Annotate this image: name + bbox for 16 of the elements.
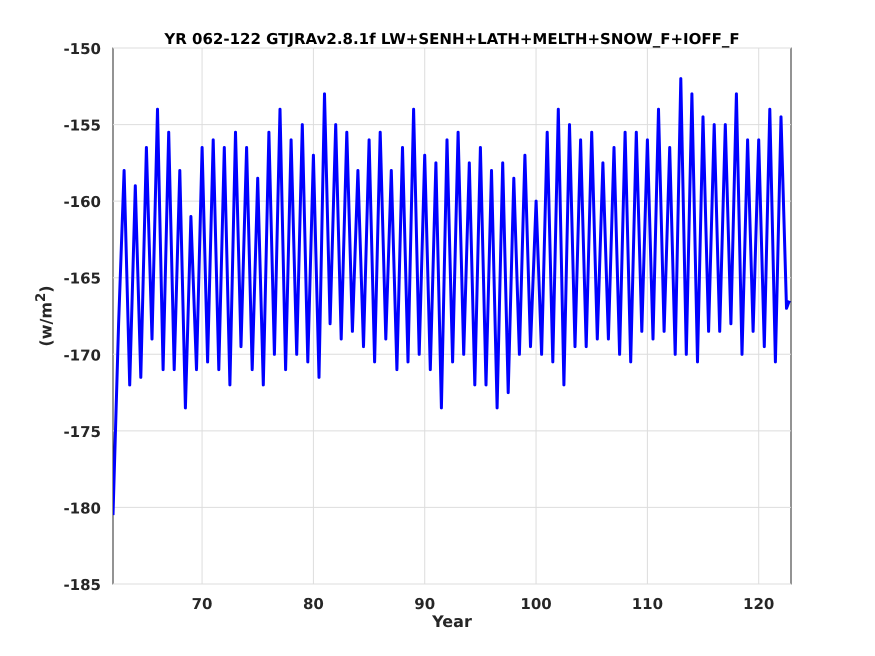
tick-label: 100 — [520, 595, 552, 613]
tick-label: 110 — [632, 595, 664, 613]
tick-label: -160 — [63, 193, 101, 212]
tick-label: -165 — [63, 270, 101, 288]
tick-label: -170 — [63, 346, 101, 364]
tick-label: 120 — [743, 595, 774, 613]
tick-label: 70 — [192, 595, 212, 613]
tick-label: -150 — [63, 40, 101, 58]
chart-title: YR 062-122 GTJRAv2.8.1f LW+SENH+LATH+MELTH+SNOW_F+IOFF_F — [164, 30, 740, 48]
tick-label: 80 — [302, 595, 324, 613]
tick-label: -180 — [63, 499, 101, 518]
tick-label: -175 — [63, 422, 101, 441]
tick-label: -185 — [63, 576, 101, 594]
tick-label: -155 — [63, 116, 101, 135]
tick-label: 90 — [414, 595, 436, 613]
axis-label: Year — [432, 612, 472, 631]
